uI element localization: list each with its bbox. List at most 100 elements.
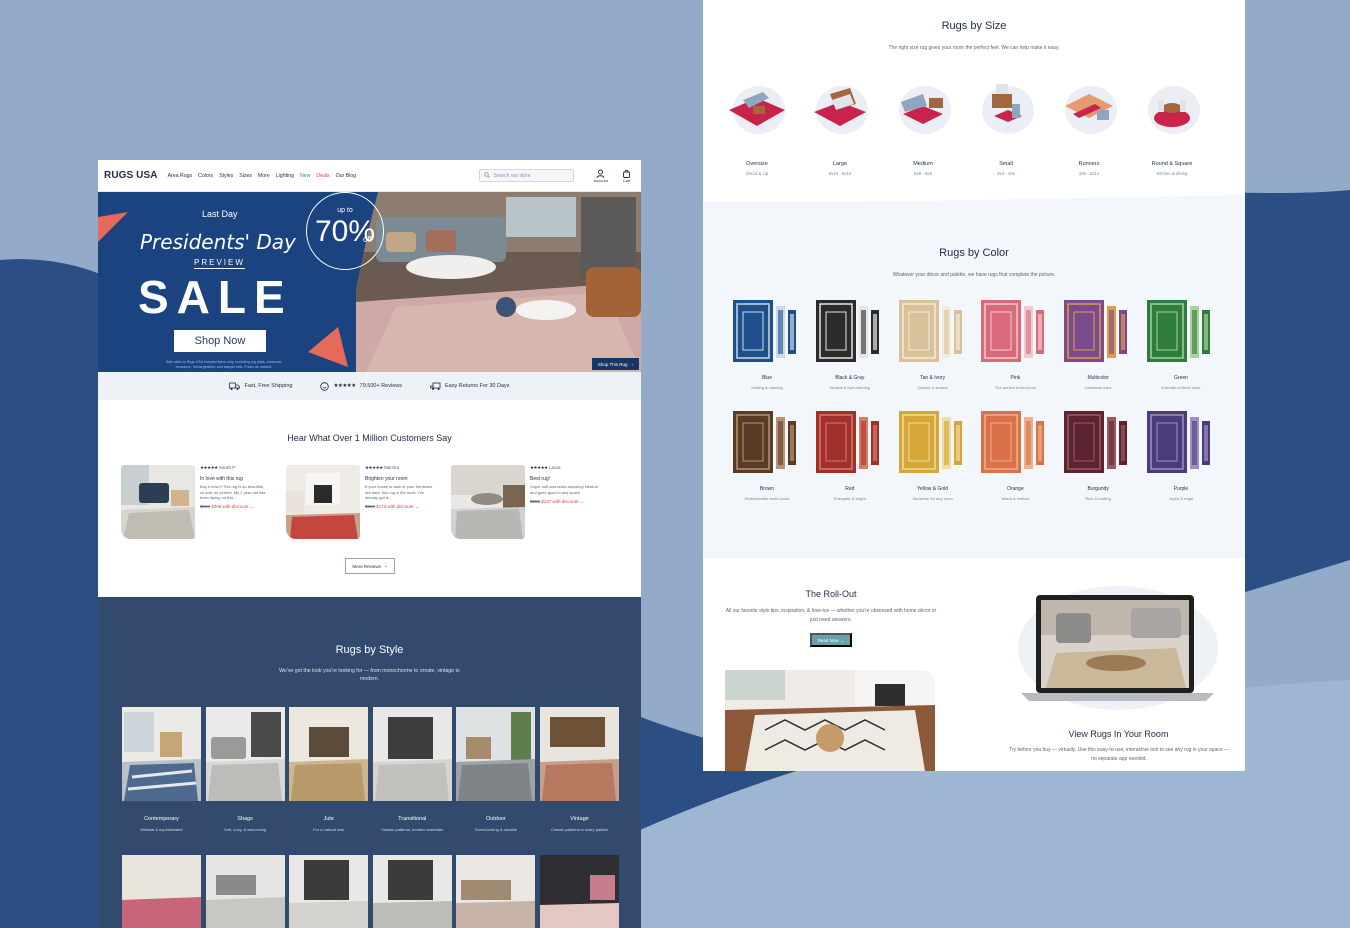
- review-card[interactable]: ★★★★★ Sarah P. In love with this rug Buy…: [121, 465, 269, 539]
- chevron-down-icon: ⌄: [383, 563, 388, 568]
- reviewer-name: Laura: [548, 465, 561, 470]
- review-new-price[interactable]: $306 with discount →: [211, 504, 254, 509]
- nav-item-area-rugs[interactable]: Area Rugs: [168, 173, 193, 179]
- more-reviews-button[interactable]: More Reviews ⌄: [345, 558, 395, 574]
- color-desc: Rich & inviting: [1085, 496, 1111, 501]
- color-card[interactable]: Pink The perfect boho touch: [981, 300, 1049, 411]
- color-name: Orange: [1007, 486, 1024, 492]
- style-image: [539, 707, 619, 801]
- color-desc: The perfect boho touch: [994, 385, 1036, 390]
- review-image: [286, 465, 360, 539]
- style-desc: Great-looking & durable: [474, 827, 517, 832]
- color-card[interactable]: Multicolor Celebrate color: [1064, 300, 1132, 411]
- benefit-reviews-label: 79,500+ Reviews: [359, 383, 402, 389]
- size-card-oversize[interactable]: Oversize 10x14 & Up: [727, 80, 787, 176]
- color-card[interactable]: Green A breath of fresh color: [1146, 300, 1215, 411]
- site-logo[interactable]: RUGS USA: [104, 170, 158, 181]
- nav-item-more[interactable]: More: [258, 173, 270, 179]
- color-desc: Energetic & bright: [833, 496, 866, 501]
- review-old-price: $584: [200, 504, 211, 510]
- style-name: Outdoor: [485, 816, 506, 822]
- nav-item-deals[interactable]: Deals: [316, 173, 329, 179]
- color-desc: A breath of fresh color: [1161, 385, 1201, 390]
- color-rug-image: [815, 300, 879, 362]
- account-label: Account: [593, 177, 608, 183]
- style-image-more[interactable]: [289, 855, 369, 928]
- color-card[interactable]: Brown Embraceable earth tones: [733, 411, 801, 522]
- roll-out-block: The Roll-Out All our favorite style tips…: [725, 589, 937, 647]
- style-image-more[interactable]: [372, 855, 452, 928]
- review-old-price: $288: [530, 498, 541, 504]
- color-grid: Blue Inviting & calming Black & Gray Neutra…: [733, 300, 1215, 522]
- size-card-round-square[interactable]: Round & Square Kitchen & dining: [1142, 80, 1202, 176]
- shop-now-button[interactable]: Shop Now: [174, 330, 266, 352]
- size-card-runners[interactable]: Runners 2x6 - 2x14: [1059, 80, 1119, 176]
- style-desc: Classic patterns in every palette: [551, 827, 608, 832]
- style-image-more[interactable]: [539, 855, 619, 928]
- style-image-more[interactable]: [205, 855, 285, 928]
- read-now-button[interactable]: Read Now →: [810, 633, 852, 647]
- color-rug-image: [981, 300, 1045, 362]
- color-card[interactable]: Burgundy Rich & inviting: [1064, 411, 1132, 522]
- style-card-outdoor[interactable]: Outdoor Great-looking & durable: [456, 707, 536, 832]
- benefit-returns: Easy Returns For 30 Days: [430, 382, 510, 390]
- style-card-transitional[interactable]: Transitional Classic patterns, modern ma…: [372, 707, 452, 832]
- view-rugs-title: View Rugs In Your Room: [1068, 729, 1169, 739]
- size-card-medium[interactable]: Medium 5x8 - 6x9: [893, 80, 953, 176]
- color-card[interactable]: Purple Joyful & regal: [1146, 411, 1215, 522]
- color-card[interactable]: Blue Inviting & calming: [733, 300, 801, 411]
- size-card-large[interactable]: Large 8x10 - 9x12: [810, 80, 870, 176]
- color-title: Rugs by Color: [939, 247, 1009, 259]
- search-input[interactable]: Search our store: [478, 169, 574, 182]
- color-rug-image: [815, 411, 879, 473]
- shop-this-rug-button[interactable]: Shop This Rug ›: [591, 358, 639, 370]
- return-icon: [430, 382, 441, 390]
- nav-item-colors[interactable]: Colors: [198, 173, 213, 179]
- color-card[interactable]: Black & Gray Neutral & eye-catching: [815, 300, 884, 411]
- color-name: Purple: [1173, 486, 1189, 492]
- nav-item-styles[interactable]: Styles: [219, 173, 233, 179]
- color-card[interactable]: Red Energetic & bright: [815, 411, 884, 522]
- style-subtitle: We've got the look you're looking for — …: [279, 668, 460, 682]
- view-rugs-laptop-image[interactable]: [1016, 583, 1221, 713]
- reviewer-name: Marsha: [383, 465, 399, 470]
- review-new-price[interactable]: $173 with discount →: [376, 504, 419, 509]
- style-desc: For a natural look: [313, 827, 345, 832]
- size-card-small[interactable]: Small 2x3 - 4x6: [976, 80, 1036, 176]
- review-card[interactable]: ★★★★★ Marsha Brighten your room If your …: [286, 465, 434, 539]
- style-card-jute[interactable]: Jute For a natural look: [289, 707, 369, 832]
- roll-out-room-image[interactable]: [725, 670, 935, 771]
- nav-item-blog[interactable]: Our Blog: [336, 173, 356, 179]
- hero-last-day: Last Day: [202, 209, 238, 219]
- color-card[interactable]: Yellow & Gold Sunshine for any room: [898, 411, 967, 522]
- account-button[interactable]: Account: [594, 169, 608, 183]
- homepage-left: RUGS USA Area Rugs Colors Styles Sizes M…: [98, 160, 641, 928]
- size-name: Large: [832, 161, 848, 167]
- color-card[interactable]: Tan & Ivory Classic & serene: [898, 300, 967, 411]
- color-name: Tan & Ivory: [920, 375, 946, 381]
- style-card-shags[interactable]: Shags Soft, cozy, & welcoming: [205, 707, 285, 832]
- truck-icon: [229, 382, 241, 390]
- review-new-price[interactable]: $147 with discount →: [541, 499, 584, 504]
- style-card-contemporary[interactable]: Contemporary Minimal & sophisticated: [122, 707, 201, 832]
- size-desc: 2x3 - 4x6: [997, 171, 1015, 176]
- style-image-more[interactable]: [122, 855, 201, 928]
- nav-item-new[interactable]: New: [300, 173, 310, 179]
- cart-button[interactable]: Cart: [622, 169, 631, 183]
- review-card[interactable]: ★★★★★ Laura Best rug! Super soft and loo…: [451, 465, 599, 539]
- nav-item-sizes[interactable]: Sizes: [239, 173, 252, 179]
- search-placeholder: Search our store: [493, 172, 531, 179]
- nav-item-lighting[interactable]: Lighting: [276, 173, 294, 179]
- color-desc: Embraceable earth tones: [744, 496, 790, 501]
- style-grid-row-2: [122, 855, 619, 928]
- style-image-more[interactable]: [456, 855, 536, 928]
- color-rug-image: [1064, 300, 1128, 362]
- style-name: Vintage: [570, 816, 589, 822]
- color-card[interactable]: Orange Warm & mellow: [981, 411, 1049, 522]
- style-card-vintage[interactable]: Vintage Classic patterns in every palett…: [539, 707, 619, 832]
- view-rugs-subtitle: Try before you buy — virtually. Use this…: [1009, 747, 1229, 762]
- roll-out-subtitle: All our favorite style tips, inspiration…: [725, 608, 937, 623]
- size-name: Small: [999, 161, 1013, 167]
- reviews-list: ★★★★★ Sarah P. In love with this rug Buy…: [121, 465, 599, 539]
- large-room-icon: [814, 86, 868, 134]
